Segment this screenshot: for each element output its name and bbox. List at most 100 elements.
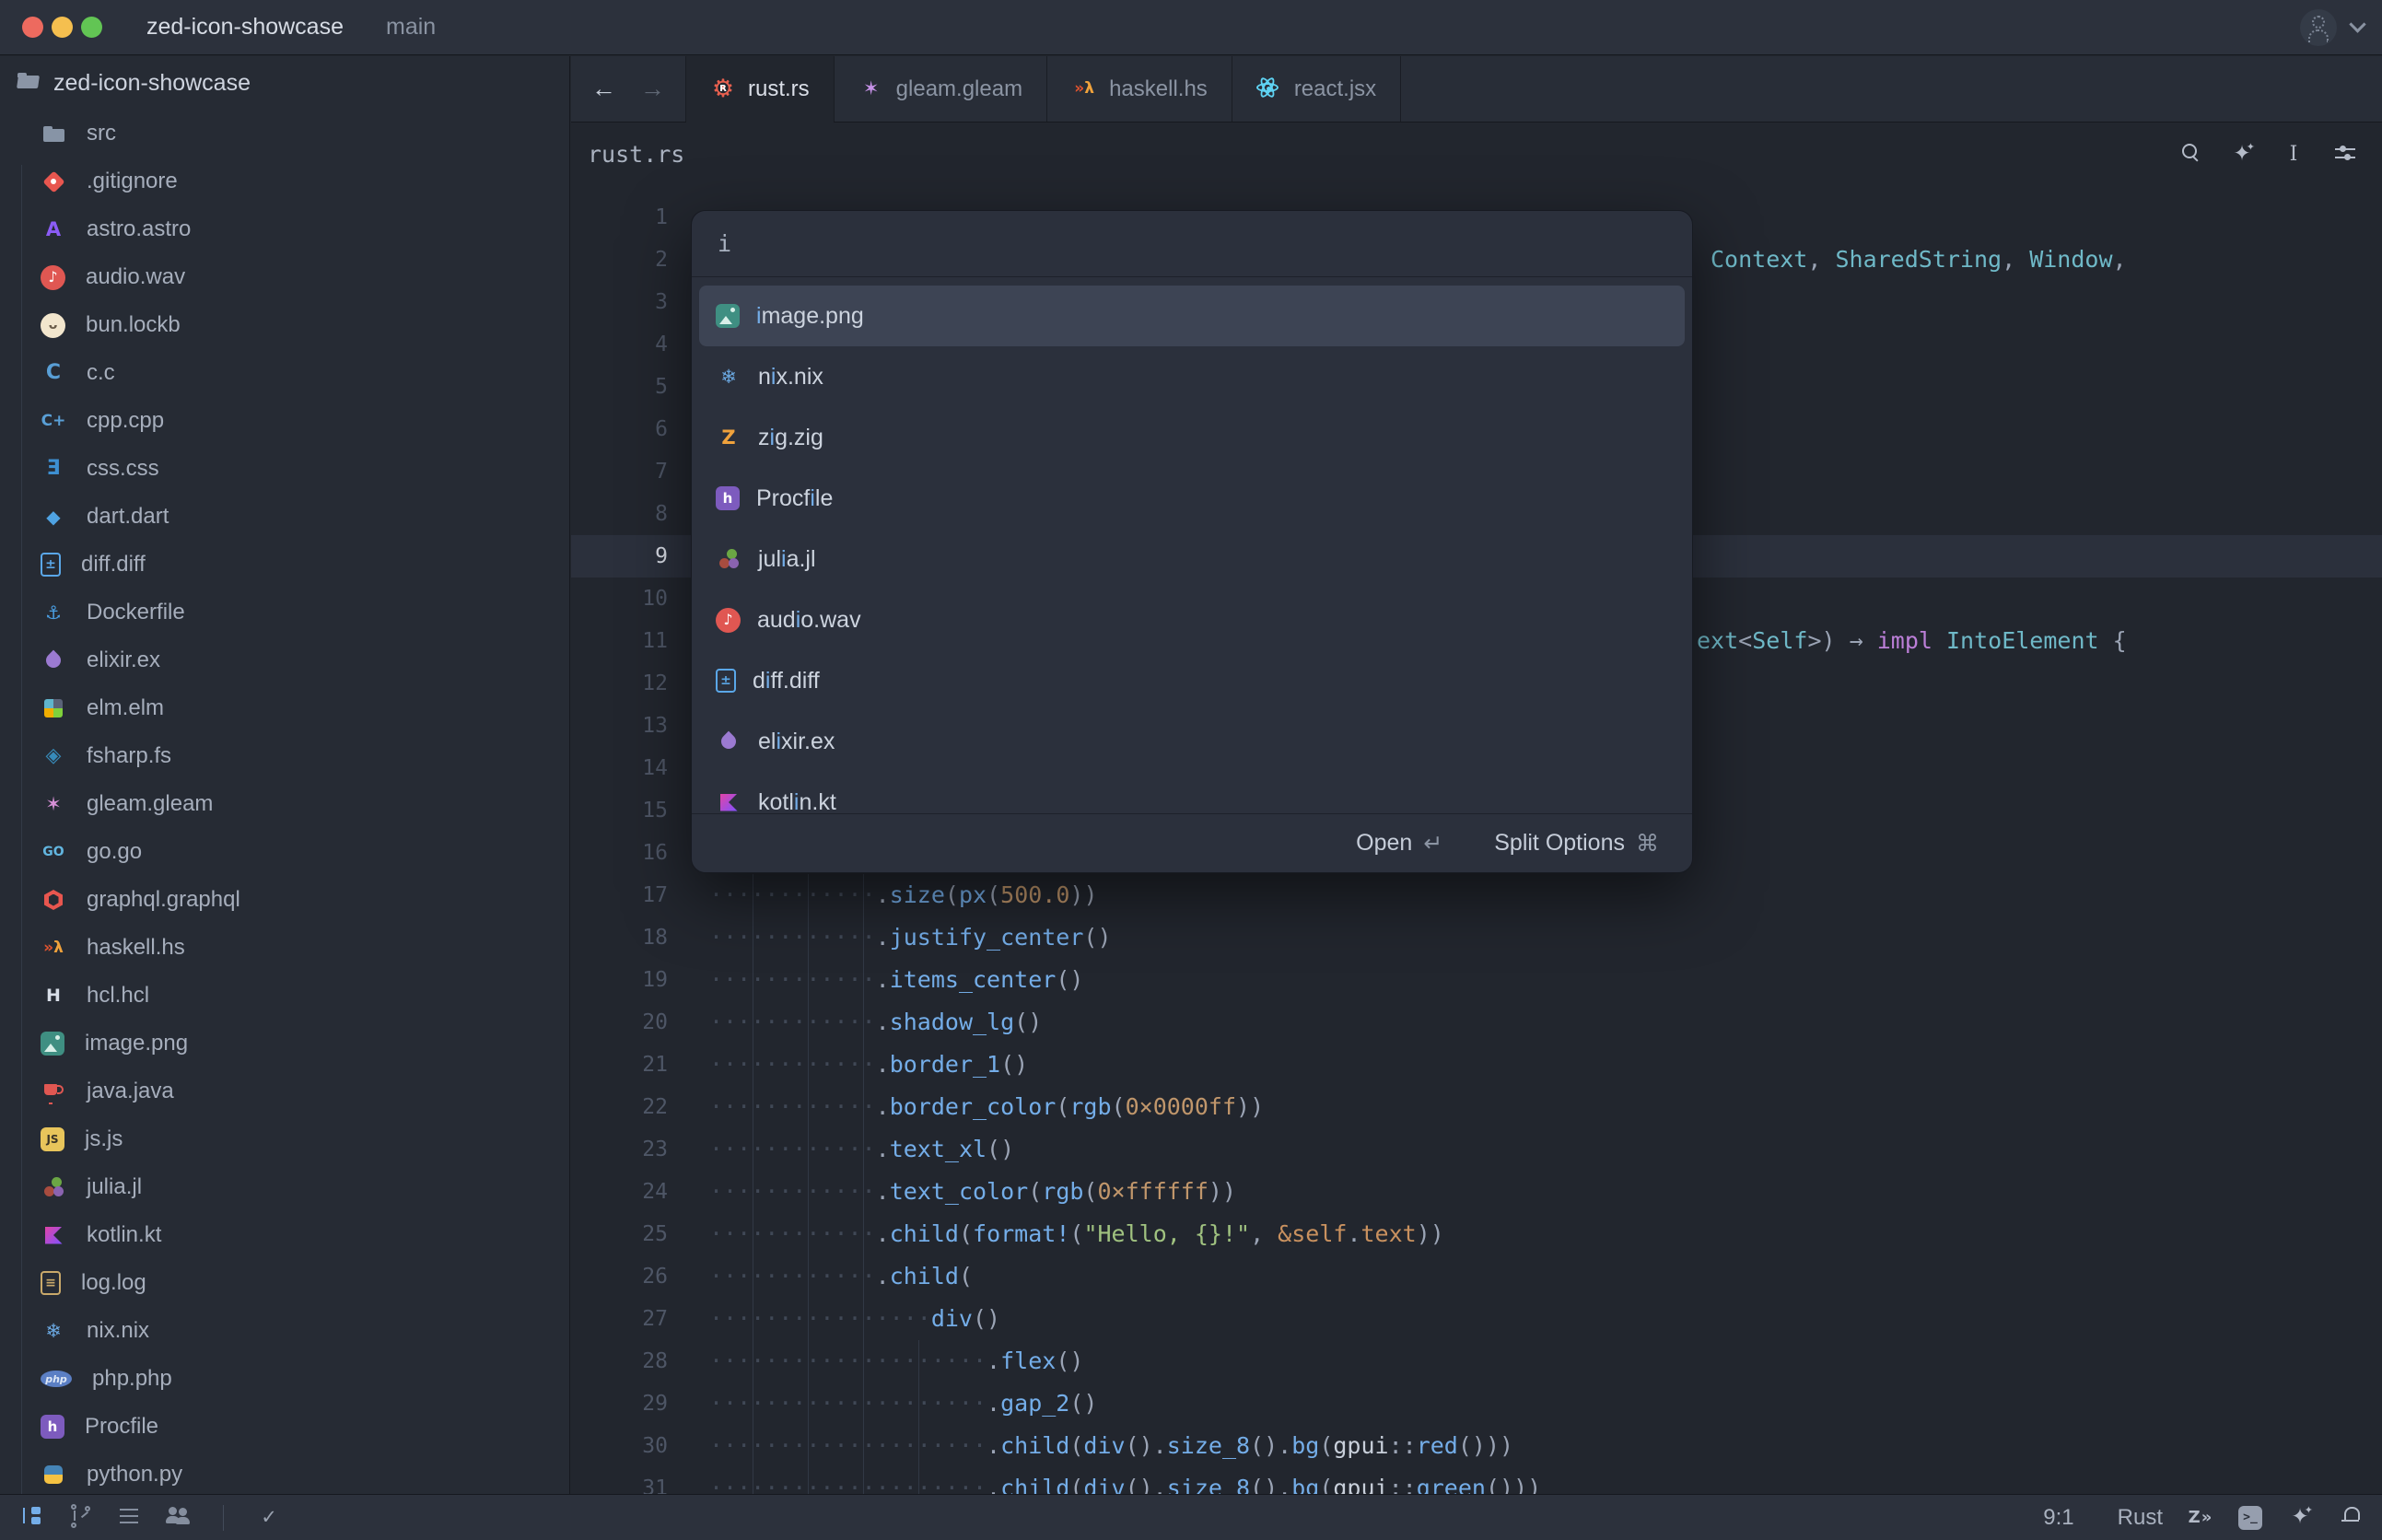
file-finder-footer: Open ↵ Split Options ⌘ <box>692 813 1692 872</box>
sidebar-item-label: astro.astro <box>87 216 191 242</box>
sidebar-item-php.php[interactable]: phpphp.php <box>0 1355 569 1403</box>
sidebar-item-c.c[interactable]: Cc.c <box>0 349 569 397</box>
image-icon <box>716 304 740 328</box>
git-icon <box>41 169 66 194</box>
code-line-21[interactable]: 21············.border_1() <box>571 1044 2382 1086</box>
git-panel-button[interactable] <box>67 1503 93 1532</box>
sidebar-item-dart.dart[interactable]: ◆dart.dart <box>0 493 569 541</box>
code-line-31[interactable]: 31····················.child(div().size_… <box>571 1467 2382 1494</box>
code-line-26[interactable]: 26············.child( <box>571 1255 2382 1298</box>
code-line-18[interactable]: 18············.justify_center() <box>571 916 2382 959</box>
code-line-27[interactable]: 27················div() <box>571 1298 2382 1340</box>
diagnostics-button[interactable]: ✓ <box>256 1505 282 1531</box>
sidebar-item-.gitignore[interactable]: .gitignore <box>0 158 569 205</box>
sidebar-item-Dockerfile[interactable]: ⚓Dockerfile <box>0 589 569 636</box>
file-finder-result-zig.zig[interactable]: Zzig.zig <box>699 407 1685 468</box>
nav-forward-button[interactable]: → <box>640 76 665 101</box>
sidebar-item-js.js[interactable]: JSjs.js <box>0 1115 569 1163</box>
sidebar-item-kotlin.kt[interactable]: kotlin.kt <box>0 1211 569 1259</box>
sidebar-item-bun.lockb[interactable]: ᴗbun.lockb <box>0 301 569 349</box>
sidebar-item-elixir.ex[interactable]: elixir.ex <box>0 636 569 684</box>
sidebar-item-audio.wav[interactable]: ♪audio.wav <box>0 253 569 301</box>
language-selector[interactable]: Rust <box>2118 1505 2163 1531</box>
tab-rust.rs[interactable]: ⚙Rrust.rs <box>686 56 835 122</box>
project-root-row[interactable]: zed-icon-showcase <box>0 56 569 110</box>
chevron-down-icon[interactable] <box>2349 16 2365 32</box>
sidebar-item-src[interactable]: src <box>0 110 569 158</box>
file-finder-result-diff.diff[interactable]: ±diff.diff <box>699 650 1685 711</box>
edit-mode-button[interactable]: I <box>2281 142 2306 168</box>
tab-gleam.gleam[interactable]: ✶gleam.gleam <box>835 56 1047 122</box>
search-button[interactable] <box>2178 140 2203 169</box>
sidebar-item-nix.nix[interactable]: ❄nix.nix <box>0 1307 569 1355</box>
code-line-30[interactable]: 30····················.child(div().size_… <box>571 1425 2382 1467</box>
collab-panel-button[interactable] <box>165 1503 191 1532</box>
open-button[interactable]: Open ↵ <box>1350 829 1448 858</box>
file-finder-result-kotlin.kt[interactable]: kotlin.kt <box>699 772 1685 814</box>
c-icon: C <box>41 360 66 386</box>
file-finder-result-elixir.ex[interactable]: elixir.ex <box>699 711 1685 772</box>
project-panel-button[interactable] <box>18 1503 44 1532</box>
traffic-lights <box>0 17 102 38</box>
sidebar-item-python.py[interactable]: python.py <box>0 1451 569 1494</box>
close-button[interactable] <box>22 17 43 38</box>
sidebar-item-julia.jl[interactable]: julia.jl <box>0 1163 569 1211</box>
sliders-icon <box>2332 140 2358 166</box>
code-line-22[interactable]: 22············.border_color(rgb(0×0000ff… <box>571 1086 2382 1128</box>
assistant-button[interactable]: ✦✦ <box>2287 1505 2313 1531</box>
file-finder-result-julia.jl[interactable]: julia.jl <box>699 529 1685 589</box>
file-finder-result-audio.wav[interactable]: ♪audio.wav <box>699 589 1685 650</box>
sidebar-item-log.log[interactable]: ≡log.log <box>0 1259 569 1307</box>
code-line-text: ············.text_color(rgb(0×ffffff)) <box>709 1171 1236 1213</box>
sidebar-item-haskell.hs[interactable]: »λhaskell.hs <box>0 924 569 972</box>
audio-icon: ♪ <box>41 265 65 290</box>
nav-back-button[interactable]: ← <box>591 76 616 101</box>
file-finder-result-nix.nix[interactable]: ❄nix.nix <box>699 346 1685 407</box>
sidebar-item-fsharp.fs[interactable]: ◈fsharp.fs <box>0 732 569 780</box>
tab-react.jsx[interactable]: react.jsx <box>1232 56 1401 122</box>
sidebar-item-hcl.hcl[interactable]: Hhcl.hcl <box>0 972 569 1020</box>
outline-panel-button[interactable] <box>116 1503 142 1532</box>
sidebar-item-elm.elm[interactable]: elm.elm <box>0 684 569 732</box>
zoom-button[interactable] <box>81 17 102 38</box>
split-options-button[interactable]: Split Options ⌘ <box>1489 829 1664 858</box>
file-finder-input[interactable]: i <box>692 211 1692 277</box>
file-finder-result-image.png[interactable]: image.png <box>699 286 1685 346</box>
sidebar-item-astro.astro[interactable]: Aastro.astro <box>0 205 569 253</box>
code-line-25[interactable]: 25············.child(format!("Hello, {}!… <box>571 1213 2382 1255</box>
code-line-29[interactable]: 29····················.gap_2() <box>571 1382 2382 1425</box>
inline-assist-button[interactable]: ✦✦ <box>2229 142 2255 168</box>
zed-predict-icon: Z» <box>2188 1505 2213 1531</box>
sidebar-item-go.go[interactable]: GOgo.go <box>0 828 569 876</box>
sidebar-item-Procfile[interactable]: hProcfile <box>0 1403 569 1451</box>
minimize-button[interactable] <box>52 17 73 38</box>
terminal-button[interactable]: >_ <box>2238 1506 2262 1530</box>
file-finder-result-Procfile[interactable]: hProcfile <box>699 468 1685 529</box>
sidebar-item-image.png[interactable]: image.png <box>0 1020 569 1068</box>
code-line-28[interactable]: 28····················.flex() <box>571 1340 2382 1382</box>
sidebar-item-css.css[interactable]: Ǝcss.css <box>0 445 569 493</box>
sidebar-item-cpp.cpp[interactable]: C+cpp.cpp <box>0 397 569 445</box>
editor-controls-button[interactable] <box>2332 140 2358 169</box>
breadcrumb[interactable]: rust.rs <box>571 141 684 168</box>
user-avatar[interactable] <box>2300 9 2337 46</box>
sidebar-item-java.java[interactable]: java.java <box>0 1068 569 1115</box>
code-line-23[interactable]: 23············.text_xl() <box>571 1128 2382 1171</box>
branch-menu-button[interactable]: main <box>380 13 441 41</box>
sidebar-item-graphql.graphql[interactable]: graphql.graphql <box>0 876 569 924</box>
cursor-position[interactable]: 9:1 <box>2043 1505 2073 1531</box>
tab-haskell.hs[interactable]: »λhaskell.hs <box>1047 56 1232 122</box>
notifications-button[interactable] <box>2338 1503 2364 1532</box>
code-line-24[interactable]: 24············.text_color(rgb(0×ffffff)) <box>571 1171 2382 1213</box>
project-menu-button[interactable]: zed-icon-showcase <box>141 13 349 41</box>
code-line-20[interactable]: 20············.shadow_lg() <box>571 1001 2382 1044</box>
line-number: 28 <box>571 1340 668 1382</box>
rust-icon: ⚙R <box>710 76 736 102</box>
sidebar-item-label: python.py <box>87 1462 182 1488</box>
code-line-19[interactable]: 19············.items_center() <box>571 959 2382 1001</box>
result-label: Procfile <box>756 485 833 512</box>
sidebar-item-gleam.gleam[interactable]: ✶gleam.gleam <box>0 780 569 828</box>
edit-prediction-button[interactable]: Z» <box>2188 1505 2213 1531</box>
sidebar-item-diff.diff[interactable]: ±diff.diff <box>0 541 569 589</box>
code-line-17[interactable]: 17············.size(px(500.0)) <box>571 874 2382 916</box>
